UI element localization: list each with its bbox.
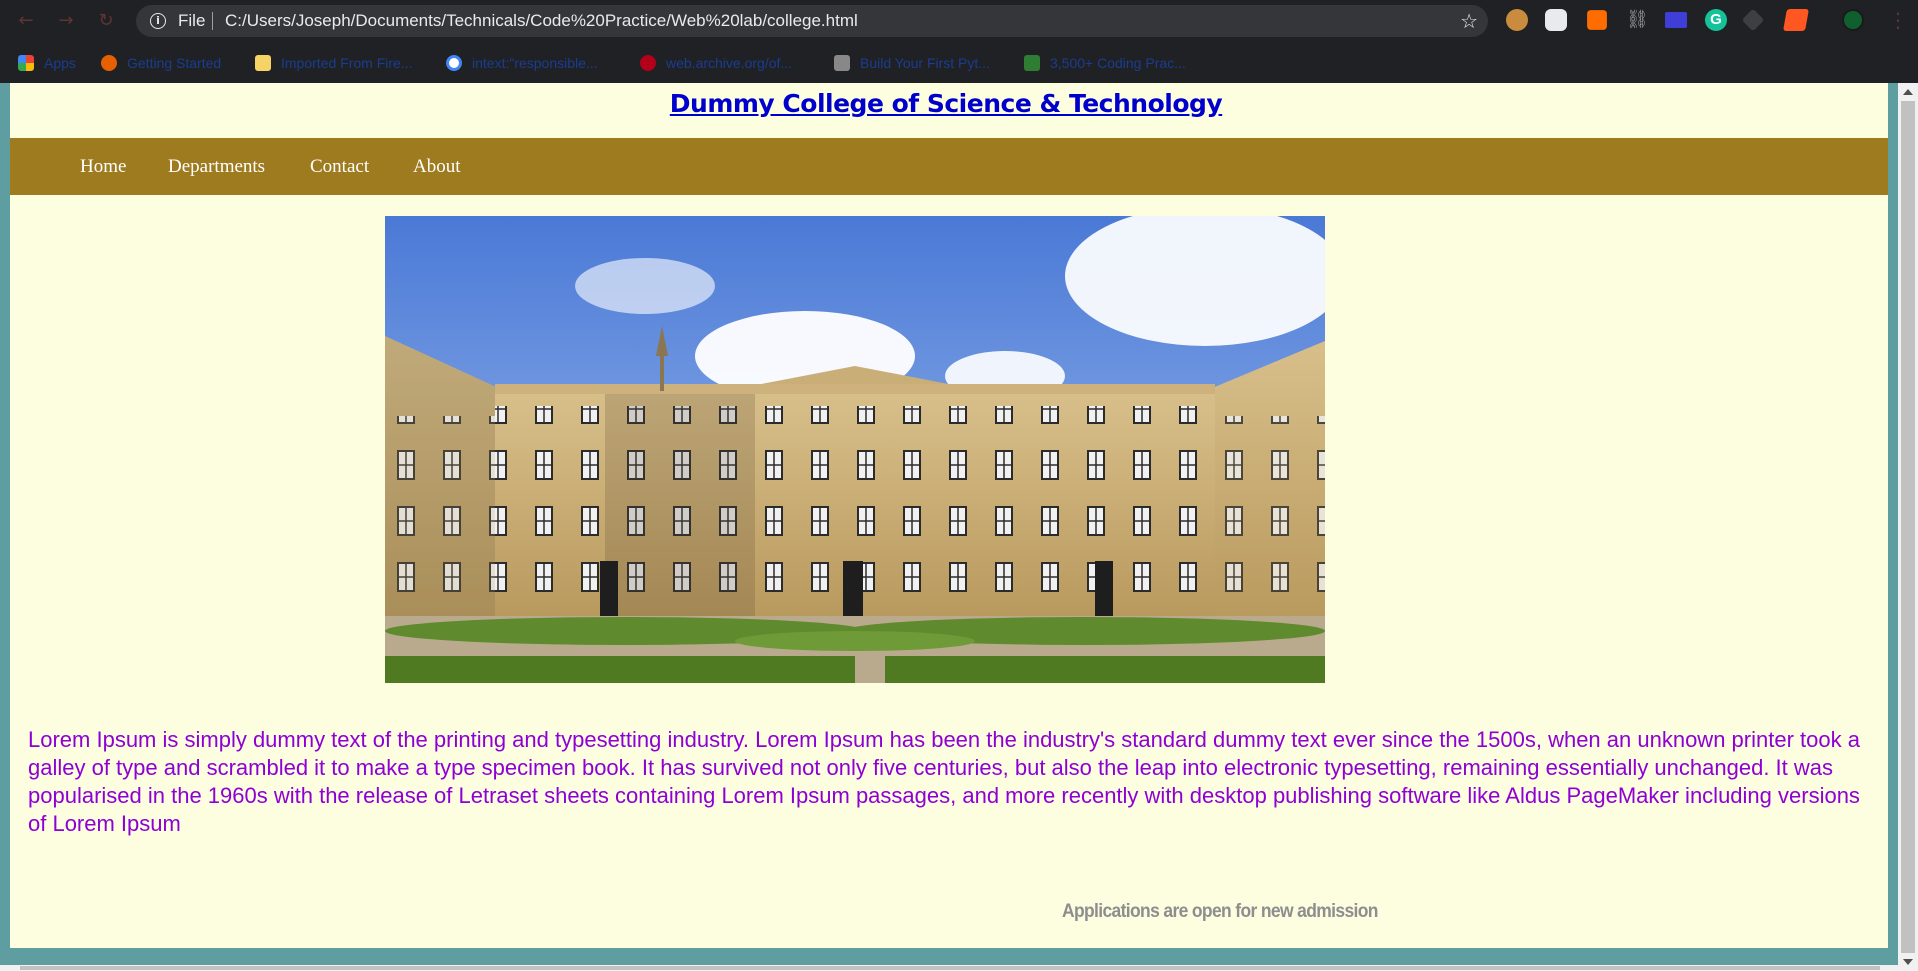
tag-icon[interactable] bbox=[1741, 8, 1765, 32]
nav-about[interactable]: About bbox=[413, 156, 461, 178]
page-content: Dummy College of Science & Technology Ho… bbox=[10, 83, 1888, 948]
bookmark-web-archive[interactable]: web.archive.org/of... bbox=[640, 53, 792, 73]
ublock-icon[interactable] bbox=[1587, 10, 1607, 30]
horizontal-scroll-thumb[interactable] bbox=[20, 966, 1880, 970]
monitor-icon[interactable] bbox=[1665, 12, 1687, 28]
folder-icon bbox=[255, 55, 271, 71]
url-scheme-label: File bbox=[178, 11, 206, 30]
grammarly-icon[interactable]: G bbox=[1705, 9, 1727, 31]
nav-departments[interactable]: Departments bbox=[168, 156, 265, 178]
archive-icon bbox=[640, 55, 656, 71]
browser-toolbar: ← → ↻ i File C:/Users/Joseph/Documents/T… bbox=[0, 0, 1918, 43]
bookmark-star-icon[interactable]: ☆ bbox=[1460, 9, 1478, 33]
back-arrow-icon[interactable]: ← bbox=[16, 11, 36, 31]
bookmark-label: intext:"responsible... bbox=[472, 55, 598, 71]
kebab-menu-icon[interactable]: ⋮ bbox=[1888, 8, 1908, 32]
bookmark-apps[interactable]: Apps bbox=[18, 53, 76, 73]
apps-icon bbox=[18, 55, 34, 71]
bookmark-getting-started[interactable]: Getting Started bbox=[101, 53, 221, 73]
divider bbox=[212, 12, 213, 30]
bookmark-label: Imported From Fire... bbox=[281, 55, 413, 71]
bookmark-label: Getting Started bbox=[127, 55, 222, 71]
page-title: Dummy College of Science & Technology bbox=[10, 83, 1888, 120]
profile-avatar[interactable] bbox=[1842, 9, 1864, 31]
reload-icon[interactable]: ↻ bbox=[96, 11, 116, 31]
nav-contact[interactable]: Contact bbox=[310, 156, 369, 178]
forward-arrow-icon[interactable]: → bbox=[56, 11, 76, 31]
site-title-link[interactable]: Dummy College of Science & Technology bbox=[670, 89, 1223, 118]
main-navbar: Home Departments Contact About bbox=[10, 138, 1888, 195]
info-icon[interactable]: i bbox=[150, 13, 166, 29]
scroll-down-icon[interactable] bbox=[1903, 959, 1913, 965]
bookmark-label: 3,500+ Coding Prac... bbox=[1050, 55, 1186, 71]
bookmark-python[interactable]: Build Your First Pyt... bbox=[834, 53, 990, 73]
firefox-icon bbox=[101, 55, 117, 71]
pen-icon[interactable] bbox=[1545, 9, 1567, 31]
bookmark-label: web.archive.org/of... bbox=[666, 55, 793, 71]
bookmark-google-search[interactable]: intext:"responsible... bbox=[446, 53, 598, 73]
link-icon[interactable]: ⛓ bbox=[1626, 9, 1649, 31]
google-icon bbox=[446, 55, 462, 71]
code-icon bbox=[1024, 55, 1040, 71]
scroll-up-icon[interactable] bbox=[1903, 89, 1913, 95]
bookmarks-bar: Apps Getting Started Imported From Fire.… bbox=[0, 43, 1918, 83]
admission-notice: Applications are open for new admission bbox=[1062, 901, 1378, 922]
cookie-icon[interactable] bbox=[1506, 9, 1528, 31]
scroll-thumb[interactable] bbox=[1901, 101, 1915, 953]
bookmark-imported[interactable]: Imported From Fire... bbox=[255, 53, 412, 73]
url-text[interactable]: C:/Users/Joseph/Documents/Technicals/Cod… bbox=[225, 11, 858, 31]
college-building-image bbox=[385, 216, 1325, 683]
nav-home[interactable]: Home bbox=[80, 156, 126, 178]
bookmark-icon[interactable] bbox=[1783, 9, 1809, 31]
vertical-scrollbar[interactable] bbox=[1898, 83, 1918, 971]
bookmark-label: Build Your First Pyt... bbox=[860, 55, 990, 71]
intro-paragraph: Lorem Ipsum is simply dummy text of the … bbox=[28, 727, 1860, 836]
bookmark-coding-practice[interactable]: 3,500+ Coding Prac... bbox=[1024, 53, 1186, 73]
bookmark-label: Apps bbox=[44, 55, 76, 71]
address-bar[interactable]: i File C:/Users/Joseph/Documents/Technic… bbox=[136, 5, 1488, 37]
python-icon bbox=[834, 55, 850, 71]
horizontal-scrollbar[interactable] bbox=[0, 965, 1898, 971]
